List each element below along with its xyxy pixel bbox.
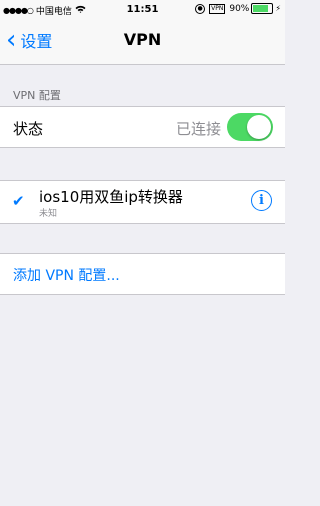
add-vpn-config-row[interactable]: 添加 VPN 配置... xyxy=(0,253,285,295)
status-label: 状态 xyxy=(13,120,44,138)
status-value: 已连接 xyxy=(175,120,221,138)
charging-icon: ⚡ xyxy=(275,4,281,13)
battery-percent: 90% xyxy=(229,3,250,14)
vpn-config-subtitle: 未知 xyxy=(39,209,58,219)
checkmark-icon: ✔ xyxy=(12,192,25,210)
add-vpn-config-label: 添加 VPN 配置... xyxy=(13,268,120,284)
info-icon[interactable]: i xyxy=(251,190,272,211)
vpn-toggle[interactable] xyxy=(227,113,273,141)
status-right: ● VPN 90% ⚡ xyxy=(195,3,281,14)
page-title: VPN xyxy=(123,30,162,49)
vpn-config-name: ios10用双鱼ip转换器 xyxy=(39,188,183,206)
rotation-lock-icon: ● xyxy=(195,3,206,14)
vpn-status-badge: VPN xyxy=(209,3,226,14)
battery-icon xyxy=(251,3,274,14)
vpn-config-row[interactable]: ✔ ios10用双鱼ip转换器 未知 i xyxy=(0,180,285,224)
navigation-bar: ‹ 设置 VPN xyxy=(0,20,285,65)
status-row: 状态 已连接 xyxy=(0,106,285,148)
toggle-knob xyxy=(247,115,271,139)
section-header: VPN 配置 xyxy=(13,89,61,102)
status-bar: ●●●●○ 中国电信 11:51 ● VPN 90% ⚡ xyxy=(0,0,285,20)
